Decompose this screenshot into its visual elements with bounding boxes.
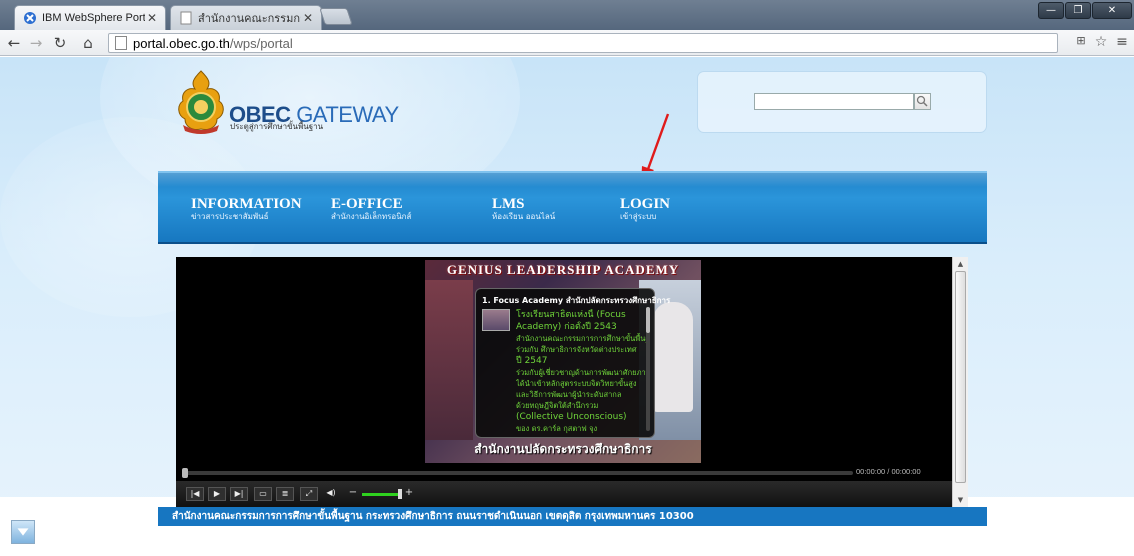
nav-subtitle: ข่าวสารประชาสัมพันธ์ <box>191 212 269 221</box>
menu-icon[interactable]: ≡ <box>1113 34 1131 50</box>
main-nav-bar: INFORMATION ข่าวสารประชาสัมพันธ์ E-OFFIC… <box>158 171 987 244</box>
time-display: 00:00:00 / 00:00:00 <box>856 467 921 476</box>
brand-subtitle: ประตูสู่การศึกษาขั้นพื้นฐาน <box>230 122 324 131</box>
nav-item-login[interactable]: LOGIN เข้าสู่ระบบ <box>620 197 670 222</box>
volume-icon[interactable]: ◀) <box>322 487 340 501</box>
seek-handle[interactable] <box>182 468 188 478</box>
nav-item-information[interactable]: INFORMATION ข่าวสารประชาสัมพันธ์ <box>191 197 302 222</box>
captions-icon[interactable]: ▭ <box>254 487 272 501</box>
download-arrow-icon <box>17 528 29 536</box>
popup-text: โรงเรียนสาธิตแห่งนี้ (Focus Academy) ก่อ… <box>516 309 648 434</box>
volume-handle[interactable] <box>398 489 402 499</box>
skip-forward-icon[interactable]: ▶| <box>230 487 248 501</box>
nav-bottom-rule <box>158 242 987 244</box>
nav-subtitle: ห้องเรียน ออนไลน์ <box>492 212 556 221</box>
tab-close-icon[interactable]: ✕ <box>301 11 315 25</box>
popup-line: ร่วมกับ ศึกษาธิการจังหวัดต่างประเทศ <box>516 345 637 354</box>
volume-down-icon[interactable]: − <box>348 487 358 499</box>
back-arrow-icon[interactable]: ← <box>4 33 24 53</box>
close-window-icon[interactable]: ✕ <box>1092 2 1132 19</box>
magnifier-icon <box>916 95 928 107</box>
maximize-icon[interactable]: ❐ <box>1065 2 1091 19</box>
window-controls: — ❐ ✕ <box>1038 2 1132 19</box>
nav-title: INFORMATION <box>191 196 302 212</box>
obec-emblem-logo[interactable] <box>173 69 229 135</box>
search-panel <box>697 71 987 133</box>
popup-line: ได้นำเข้าหลักสูตรระบบจิตวิทยาขั้นสูง <box>516 379 637 388</box>
popup-line: และวิธีการพัฒนาผู้นำระดับสากล <box>516 390 622 399</box>
video-scene-left <box>425 280 473 440</box>
nav-item-lms[interactable]: LMS ห้องเรียน ออนไลน์ <box>492 197 555 222</box>
minimize-icon[interactable]: — <box>1038 2 1064 19</box>
skip-back-icon[interactable]: |◀ <box>186 487 204 501</box>
websphere-favicon-icon <box>24 12 36 24</box>
tab-label: IBM WebSphere Portal <box>42 12 145 24</box>
video-person <box>653 302 693 412</box>
scroll-down-icon[interactable]: ▼ <box>953 493 968 507</box>
player-scrollbar[interactable]: ▲ ▼ <box>952 257 968 507</box>
nav-subtitle: เข้าสู่ระบบ <box>620 212 657 221</box>
popup-line: ปี 2547 <box>516 356 548 366</box>
tab-label: สำนักงานคณะกรรมการการศึ <box>198 13 301 25</box>
seek-bar[interactable] <box>185 471 853 475</box>
page-favicon-icon <box>180 11 192 25</box>
nav-shine <box>158 173 987 187</box>
address-bar[interactable]: portal.obec.go.th /wps/portal <box>108 33 1058 53</box>
popup-line: โรงเรียนสาธิตแห่งนี้ (Focus <box>516 310 626 320</box>
tab-ibm-websphere-portal[interactable]: IBM WebSphere Portal ✕ <box>14 5 166 30</box>
volume-up-icon[interactable]: + <box>404 487 414 499</box>
popup-line: ของ ดร.คาร์ล กุสตาฟ จุง <box>516 424 598 433</box>
reload-icon[interactable]: ↻ <box>50 33 70 53</box>
playlist-icon[interactable]: ≣ <box>276 487 294 501</box>
footer-address-bar: สำนักงานคณะกรรมการการศึกษาขั้นพื้นฐาน กร… <box>158 507 987 526</box>
popup-line: สำนักงานคณะกรรมการการศึกษาขั้นพื้นฐาน <box>516 334 648 343</box>
forward-arrow-icon[interactable]: → <box>26 33 46 53</box>
url-host: portal.obec.go.th <box>133 35 230 51</box>
scroll-up-icon[interactable]: ▲ <box>953 257 968 271</box>
new-tab-button[interactable] <box>319 8 353 25</box>
popup-line: (Collective Unconscious) <box>516 412 627 422</box>
popup-line: ด้วยทฤษฎีจิตใต้สำนึกรวม <box>516 401 599 410</box>
video-info-popup: 1. Focus Academy สำนักปลัดกระทรวงศึกษาธิ… <box>475 288 670 438</box>
bookmark-star-icon[interactable]: ☆ <box>1092 34 1110 50</box>
nav-title: LOGIN <box>620 196 671 212</box>
nav-title: E-OFFICE <box>331 196 403 212</box>
video-player[interactable]: GENIUS LEADERSHIP ACADEMY 1. Focus Acade… <box>176 257 968 507</box>
page-viewport: OBEC GATEWAY ประตูสู่การศึกษาขั้นพื้นฐาน… <box>0 57 1134 556</box>
fullscreen-icon[interactable]: ⤢ <box>300 487 318 501</box>
popup-line: ร่วมกับผู้เชี่ยวชาญด้านการพัฒนาศักยภาพ <box>516 368 648 377</box>
video-frame[interactable]: GENIUS LEADERSHIP ACADEMY 1. Focus Acade… <box>425 260 701 463</box>
download-icon[interactable] <box>11 520 35 544</box>
video-banner: GENIUS LEADERSHIP ACADEMY <box>446 262 680 277</box>
translate-icon[interactable]: ⊞ <box>1072 34 1090 47</box>
browser-tab-strip: IBM WebSphere Portal ✕ สำนักงานคณะกรรมกา… <box>0 0 1134 30</box>
player-controls: |◀ ▶ ▶| ▭ ≣ ⤢ ◀) − + <box>176 481 968 507</box>
volume-slider[interactable] <box>362 493 398 496</box>
popup-line: Academy) ก่อตั้งปี 2543 <box>516 322 617 332</box>
popup-scroll-thumb[interactable] <box>646 307 650 333</box>
popup-thumbnail <box>482 309 510 331</box>
video-caption: สำนักงานปลัดกระทรวงศึกษาธิการ <box>474 442 652 456</box>
page-icon <box>115 36 127 50</box>
nav-subtitle: สำนักงานอิเล็กทรอนิกส์ <box>331 212 412 221</box>
tab-close-icon[interactable]: ✕ <box>145 11 159 25</box>
scroll-thumb[interactable] <box>955 271 966 483</box>
search-input[interactable] <box>754 93 914 110</box>
search-button[interactable] <box>914 93 931 110</box>
nav-item-e-office[interactable]: E-OFFICE สำนักงานอิเล็กทรอนิกส์ <box>331 197 411 222</box>
popup-title: 1. Focus Academy สำนักปลัดกระทรวงศึกษาธิ… <box>482 296 671 305</box>
nav-title: LMS <box>492 196 525 212</box>
home-icon[interactable]: ⌂ <box>78 33 98 53</box>
tab-obec[interactable]: สำนักงานคณะกรรมการการศึ ✕ <box>170 5 322 30</box>
url-path: /wps/portal <box>229 35 293 51</box>
play-icon[interactable]: ▶ <box>208 487 226 501</box>
browser-toolbar: ← → ↻ ⌂ portal.obec.go.th /wps/portal ⊞ … <box>0 30 1134 56</box>
